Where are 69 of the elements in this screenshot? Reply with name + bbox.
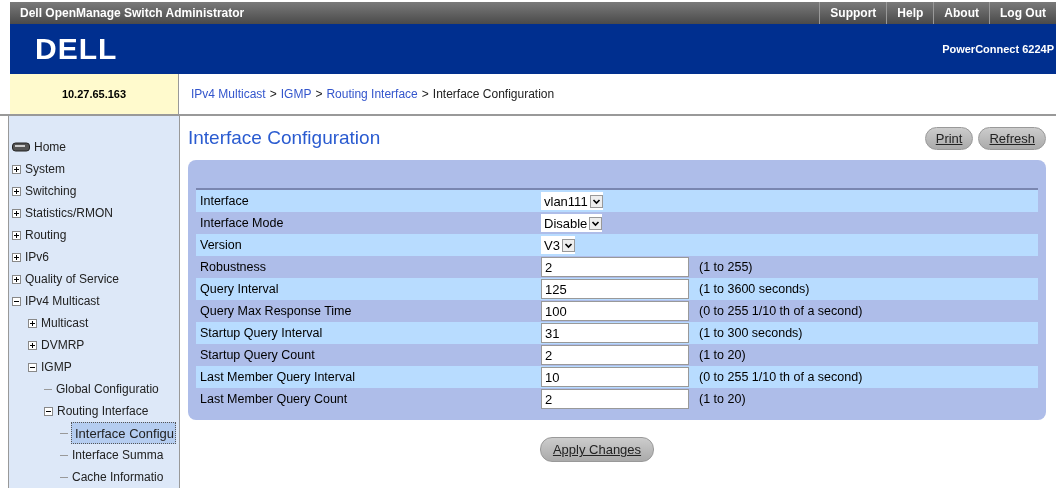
- ip-address: 10.27.65.163: [10, 74, 178, 114]
- range-hint: (1 to 20): [699, 348, 746, 362]
- action-button[interactable]: Refresh: [978, 126, 1046, 150]
- expand-icon[interactable]: [12, 208, 21, 218]
- breadcrumb-link[interactable]: Routing Interface: [326, 87, 418, 101]
- page-title: Interface Configuration: [188, 127, 381, 149]
- tree-item[interactable]: IPv6: [24, 249, 50, 265]
- breadcrumb-link[interactable]: IPv4 Multicast: [191, 87, 266, 101]
- tree-item[interactable]: Statistics/RMON: [24, 205, 114, 221]
- field-label: Query Interval: [196, 278, 541, 300]
- field-label: Last Member Query Interval: [196, 366, 541, 388]
- app-title: Dell OpenManage Switch Administrator: [19, 6, 245, 20]
- input-field[interactable]: 100: [541, 301, 689, 321]
- tree-item[interactable]: IPv4 Multicast: [24, 293, 101, 309]
- tree-item[interactable]: Interface Configu: [71, 422, 176, 444]
- expand-icon[interactable]: [28, 340, 37, 350]
- expand-icon[interactable]: [12, 274, 21, 284]
- tree-item[interactable]: Cache Informatio: [71, 469, 165, 485]
- expand-icon[interactable]: [12, 230, 21, 240]
- range-hint: (0 to 255 1/10 th of a second): [699, 370, 863, 384]
- apply-changes-button[interactable]: Apply Changes: [539, 437, 655, 462]
- input-field[interactable]: 31: [541, 323, 689, 343]
- tree-item[interactable]: Routing Interface: [56, 403, 150, 419]
- dropdown[interactable]: V3: [541, 236, 575, 254]
- input-field[interactable]: 10: [541, 367, 689, 387]
- expand-icon[interactable]: [12, 252, 21, 262]
- range-hint: (1 to 20): [699, 392, 746, 406]
- breadcrumb-separator: >: [315, 87, 323, 101]
- logo: DELL: [34, 32, 118, 66]
- collapse-icon[interactable]: [12, 296, 21, 306]
- expand-icon[interactable]: [12, 186, 21, 196]
- tree-item[interactable]: Home: [33, 139, 67, 155]
- tree-line: [44, 388, 52, 390]
- tree-item[interactable]: Global Configuratio: [55, 381, 160, 397]
- tree-item[interactable]: Routing: [24, 227, 68, 243]
- expand-icon[interactable]: [12, 164, 21, 174]
- range-hint: (1 to 255): [699, 260, 753, 274]
- collapse-icon[interactable]: [28, 362, 37, 372]
- range-hint: (0 to 255 1/10 th of a second): [699, 304, 863, 318]
- breadcrumb-link[interactable]: IGMP: [280, 87, 312, 101]
- range-hint: (1 to 3600 seconds): [699, 282, 810, 296]
- tree-line: [60, 476, 68, 478]
- dropdown[interactable]: vlan111: [541, 192, 603, 210]
- field-label: Interface: [196, 190, 541, 212]
- tree-item[interactable]: IGMP: [40, 359, 73, 375]
- model-name: PowerConnect 6224P: [942, 43, 1055, 55]
- input-field[interactable]: 125: [541, 279, 689, 299]
- tree-item[interactable]: System: [24, 161, 66, 177]
- tree-item[interactable]: Quality of Service: [24, 271, 121, 287]
- field-label: Version: [196, 234, 541, 256]
- breadcrumb-separator: >: [269, 87, 277, 101]
- range-hint: (1 to 300 seconds): [699, 326, 803, 340]
- breadcrumb-separator: >: [421, 87, 429, 101]
- dropdown[interactable]: Disable: [541, 214, 603, 232]
- action-button[interactable]: Print: [924, 126, 974, 150]
- tree-item[interactable]: DVMRP: [40, 337, 86, 353]
- expand-icon[interactable]: [28, 318, 37, 328]
- breadcrumb-current: Interface Configuration: [432, 87, 555, 101]
- field-label: Startup Query Interval: [196, 322, 541, 344]
- tree-line: [60, 454, 68, 456]
- tree-item[interactable]: Switching: [24, 183, 78, 199]
- input-field[interactable]: 2: [541, 389, 689, 409]
- input-field[interactable]: 2: [541, 257, 689, 277]
- input-field[interactable]: 2: [541, 345, 689, 365]
- collapse-icon[interactable]: [44, 406, 53, 416]
- computer-icon: [12, 142, 30, 152]
- tree-item[interactable]: Interface Summa: [71, 447, 165, 463]
- tree-item[interactable]: Multicast: [40, 315, 90, 331]
- tree-line: [60, 432, 68, 434]
